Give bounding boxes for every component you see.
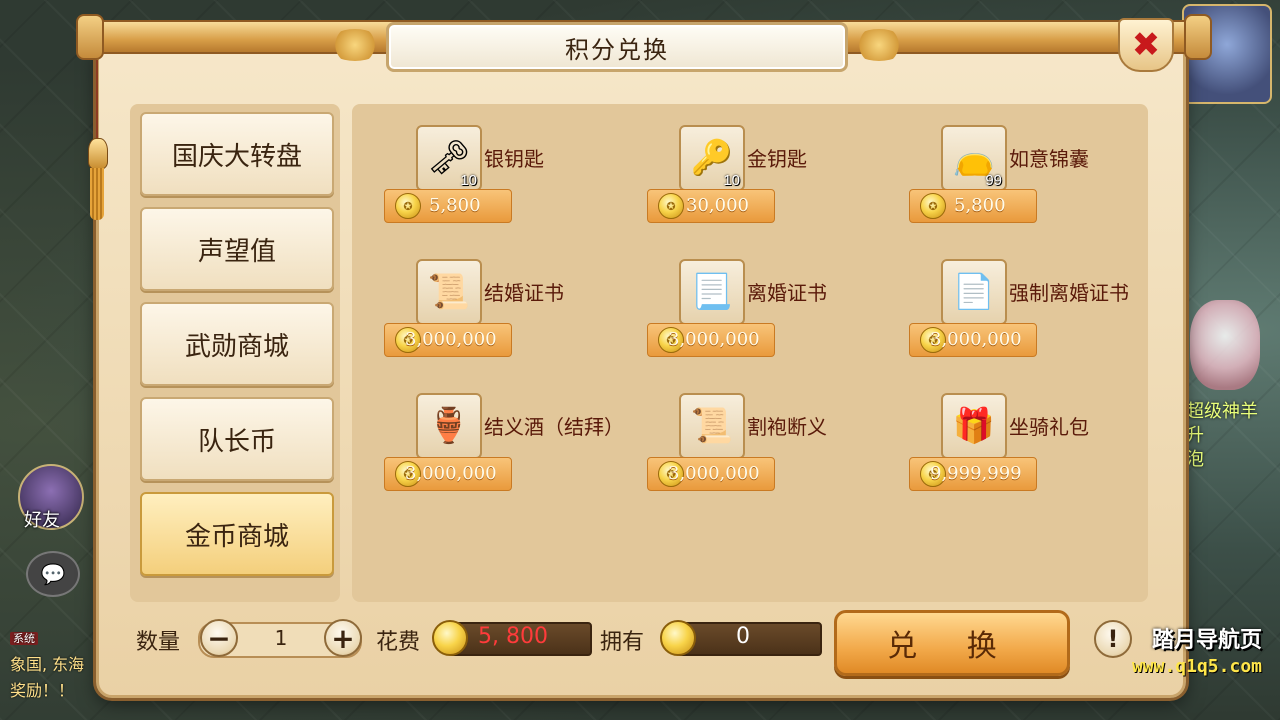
price-bar: ✪ 30,000 — [647, 189, 775, 223]
item-count: 10 — [460, 172, 477, 189]
item-price: 3,000,000 — [668, 329, 760, 350]
owned-value: 0 — [736, 624, 750, 649]
watermark-url: www.q1q5.com — [1131, 656, 1262, 677]
tab-national-day-wheel[interactable]: 国庆大转盘 — [140, 112, 334, 196]
item-name: 如意锦囊 — [1009, 147, 1089, 171]
exchange-button[interactable]: 兑 换 — [834, 610, 1070, 676]
price-bar: ✪ 5,800 — [384, 189, 512, 223]
item-name: 银钥匙 — [484, 147, 544, 171]
tab-captain-coin[interactable]: 队长币 — [140, 397, 334, 481]
mount-gift-pack-icon: 🎁 — [941, 393, 1007, 459]
quantity-value[interactable]: 1 — [266, 626, 296, 650]
brocade-bag-icon: 👝 99 — [941, 125, 1007, 191]
coin-icon — [432, 620, 468, 656]
shop-item[interactable]: 🔑 10 金钥匙 ✪ 30,000 — [647, 125, 877, 235]
dialog-title-plate: 积分兑换 — [327, 22, 907, 72]
coin-icon: ✪ — [920, 193, 946, 219]
watermark-title: 踏月导航页 — [1151, 628, 1262, 653]
cost-value: 5, 800 — [478, 624, 548, 649]
pet-figure — [1190, 300, 1260, 390]
marriage-scroll-icon: 📜 — [416, 259, 482, 325]
price-bar: ✪ 3,000,000 — [909, 323, 1037, 357]
item-price: 5,800 — [954, 195, 1006, 216]
coin-icon: ✪ — [395, 193, 421, 219]
tab-gold-shop[interactable]: 金币商城 — [140, 492, 334, 576]
close-icon: ✖ — [1131, 25, 1161, 65]
friend-label[interactable]: 好友 — [24, 506, 60, 532]
tassel-ornament — [88, 60, 108, 220]
price-bar: ✪ 3,000,000 — [647, 457, 775, 491]
coin-icon: ✪ — [658, 193, 684, 219]
plus-button[interactable]: + — [324, 619, 362, 657]
item-name: 金钥匙 — [747, 147, 807, 171]
coin-icon — [660, 620, 696, 656]
shop-item[interactable]: 🏺 结义酒（结拜） ✪ 3,000,000 — [384, 393, 614, 503]
dialog-title: 积分兑换 — [565, 35, 669, 64]
right-hint-line: 升 — [1186, 425, 1204, 446]
shop-item[interactable]: 📃 离婚证书 ✪ 3,000,000 — [647, 259, 877, 369]
scroll-rod-end — [1184, 14, 1212, 60]
wine-jar-icon: 🏺 — [416, 393, 482, 459]
watermark: 踏月导航页 www.q1q5.com — [1132, 622, 1262, 677]
torn-scroll-icon: 📜 — [679, 393, 745, 459]
item-name: 坐骑礼包 — [1009, 415, 1089, 439]
chat-icon[interactable]: 💬 — [26, 551, 80, 597]
price-bar: ✪ 5,800 — [909, 189, 1037, 223]
chat-system-tag: 系统 — [10, 632, 38, 645]
quantity-label: 数量 — [136, 630, 181, 655]
shop-item[interactable]: 📜 割袍断义 ✪ 3,000,000 — [647, 393, 877, 503]
shop-item[interactable]: 🎁 坐骑礼包 ✪ 9,999,999 — [909, 393, 1139, 503]
shop-item[interactable]: 👝 99 如意锦囊 ✪ 5,800 — [909, 125, 1139, 235]
tab-merit-shop[interactable]: 武勋商城 — [140, 302, 334, 386]
price-bar: ✪ 3,000,000 — [384, 457, 512, 491]
shop-item[interactable]: 📄 强制离婚证书 ✪ 3,000,000 — [909, 259, 1139, 369]
owned-label: 拥有 — [600, 630, 645, 655]
tab-reputation[interactable]: 声望值 — [140, 207, 334, 291]
price-bar: ✪ 3,000,000 — [384, 323, 512, 357]
item-name: 强制离婚证书 — [1009, 281, 1129, 305]
right-hint-text: 超级神羊 升 泡 — [1186, 400, 1258, 472]
item-name: 割袍断义 — [747, 415, 827, 439]
gold-key-icon: 🔑 10 — [679, 125, 745, 191]
item-price: 3,000,000 — [930, 329, 1022, 350]
item-count: 99 — [985, 172, 1002, 189]
price-bar: ✪ 3,000,000 — [647, 323, 775, 357]
silver-key-icon: 🗝 10 — [416, 125, 482, 191]
right-hint-line: 超级神羊 — [1186, 401, 1258, 422]
shop-item[interactable]: 📜 结婚证书 ✪ 3,000,000 — [384, 259, 614, 369]
close-button[interactable]: ✖ — [1118, 18, 1174, 72]
item-price: 3,000,000 — [405, 329, 497, 350]
item-price: 9,999,999 — [930, 463, 1022, 484]
cost-label: 花费 — [376, 630, 421, 655]
price-bar: ✪ 9,999,999 — [909, 457, 1037, 491]
item-price: 3,000,000 — [668, 463, 760, 484]
right-hint-line: 泡 — [1186, 449, 1204, 470]
item-count: 10 — [723, 172, 740, 189]
item-name: 离婚证书 — [747, 281, 827, 305]
divorce-scroll-icon: 📃 — [679, 259, 745, 325]
minus-button[interactable]: − — [200, 619, 238, 657]
scroll-rod-end — [76, 14, 104, 60]
item-name: 结婚证书 — [484, 281, 564, 305]
help-icon[interactable]: ! — [1094, 620, 1132, 658]
item-price: 3,000,000 — [405, 463, 497, 484]
item-name: 结义酒（结拜） — [484, 415, 614, 439]
shop-item[interactable]: 🗝 10 银钥匙 ✪ 5,800 — [384, 125, 614, 235]
item-price: 5,800 — [429, 195, 481, 216]
forced-divorce-paper-icon: 📄 — [941, 259, 1007, 325]
item-price: 30,000 — [686, 195, 749, 216]
